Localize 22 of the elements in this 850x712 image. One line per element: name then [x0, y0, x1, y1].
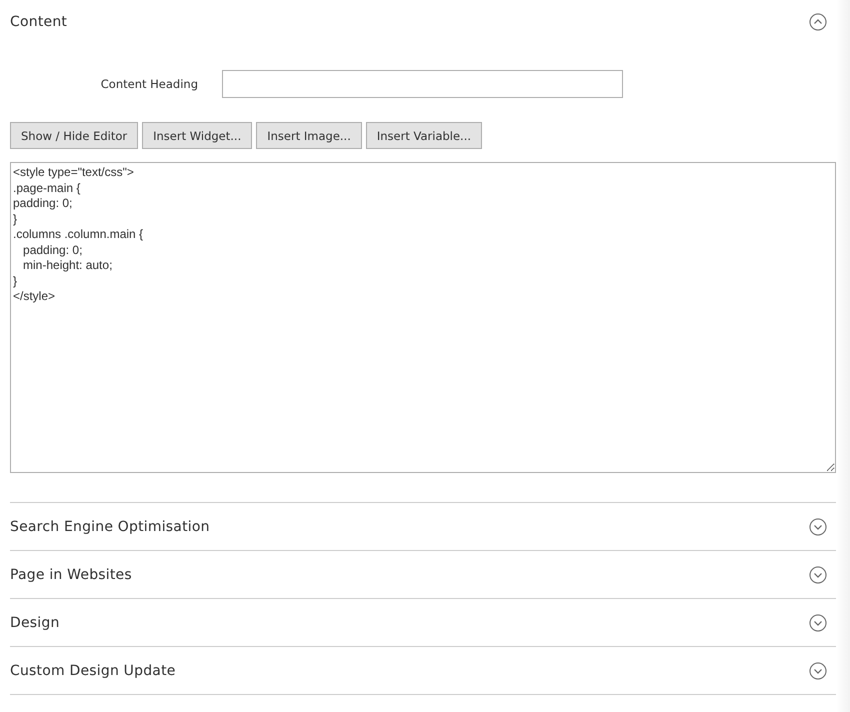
code-editor[interactable]: <style type="text/css"> .page-main { padding: 0; } .columns .column.main { padding: 0; min-height: auto; } </style>: [10, 162, 836, 473]
editor-button[interactable]: Insert Variable...: [366, 122, 482, 149]
expand-chevron-icon: [809, 518, 827, 536]
section-title: Search Engine Optimisation: [10, 518, 210, 534]
field-label: Content Heading: [100, 77, 198, 91]
expand-toggle[interactable]: [809, 614, 827, 632]
collapse-chevron-icon: [809, 13, 827, 31]
content-heading-input[interactable]: [222, 70, 623, 98]
section-title: Custom Design Update: [10, 662, 176, 678]
section-title: Content: [10, 14, 68, 30]
editor-button[interactable]: Insert Image...: [256, 122, 362, 149]
section-title: Page in Websites: [10, 566, 132, 582]
editor-button[interactable]: Show / Hide Editor: [10, 122, 138, 149]
expand-chevron-icon: [809, 662, 827, 680]
collapse-toggle[interactable]: [809, 13, 827, 31]
expand-chevron-icon: [809, 566, 827, 584]
expand-toggle[interactable]: [809, 662, 827, 680]
editor-button[interactable]: Insert Widget...: [142, 122, 252, 149]
expand-chevron-icon: [809, 614, 827, 632]
expand-toggle[interactable]: [809, 566, 827, 584]
expand-toggle[interactable]: [809, 518, 827, 536]
section-title: Design: [10, 614, 60, 630]
